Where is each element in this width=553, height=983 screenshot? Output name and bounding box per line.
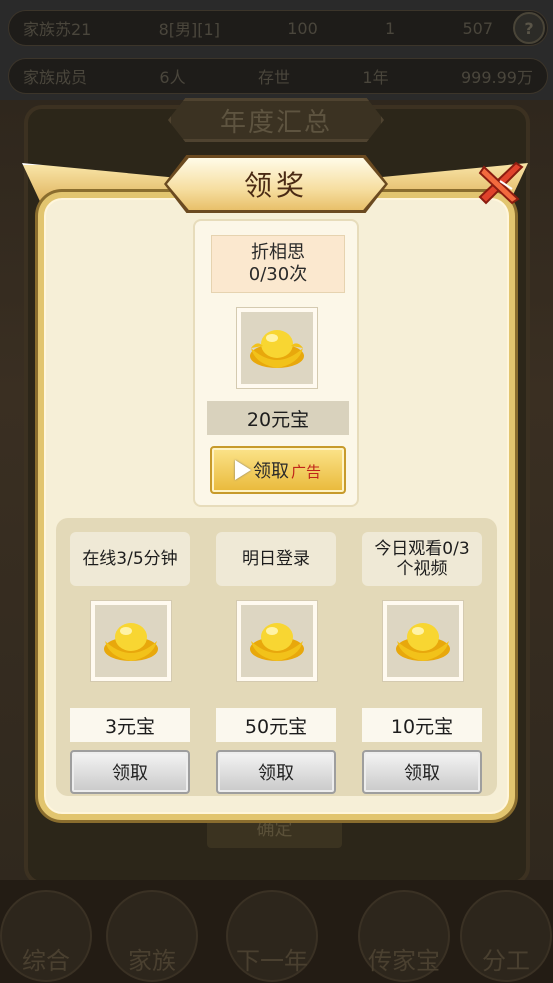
reward-task: 明日登录 bbox=[216, 532, 336, 586]
members-label: 家族成员 bbox=[23, 68, 88, 87]
annual-summary-title: 年度汇总 bbox=[168, 98, 384, 142]
gold-ingot-icon bbox=[236, 600, 318, 682]
claim-button[interactable]: 领取 bbox=[362, 750, 482, 794]
claim-button[interactable]: 领取 bbox=[70, 750, 190, 794]
members-value: 6人 bbox=[159, 68, 186, 87]
money-value: 999.99万 bbox=[460, 68, 533, 87]
stat-c: 507 bbox=[462, 18, 493, 38]
main-reward-task: 折相思 0/30次 bbox=[211, 235, 345, 293]
reward-amount: 50元宝 bbox=[216, 708, 336, 742]
reward-amount: 10元宝 bbox=[362, 708, 482, 742]
reward-amount: 3元宝 bbox=[70, 708, 190, 742]
nav-family[interactable]: 家族 bbox=[106, 890, 198, 982]
top-status-bar: 家族苏21 8[男][1] 100 1 507 ? 家族成员 6人 存世 1年 … bbox=[0, 0, 553, 100]
generation-value: 1年 bbox=[362, 68, 389, 87]
nav-next-year[interactable]: 下一年 bbox=[226, 890, 318, 982]
family-info-row: 家族苏21 8[男][1] 100 1 507 bbox=[8, 10, 548, 46]
main-reward-amount: 20元宝 bbox=[207, 401, 349, 435]
generation-label: 存世 bbox=[257, 68, 290, 87]
claim-label: 领取 bbox=[252, 461, 289, 482]
close-icon[interactable] bbox=[470, 150, 530, 212]
nav-division[interactable]: 分工 bbox=[460, 890, 552, 982]
task-progress: 0/30次 bbox=[248, 264, 308, 285]
reward-task: 今日观看0/3个视频 bbox=[362, 532, 482, 586]
family-name: 家族苏21 bbox=[23, 20, 92, 39]
reward-list: 在线3/5分钟 3元宝 领取 明日登录 50元宝 领取 今日观看0/3个视频 1… bbox=[56, 518, 497, 796]
main-reward-card: 折相思 0/30次 20元宝 领取 广告 bbox=[193, 219, 359, 507]
task-name: 折相思 bbox=[251, 241, 305, 263]
gold-ingot-icon bbox=[236, 307, 318, 389]
nav-heirloom[interactable]: 传家宝 bbox=[358, 890, 450, 982]
reward-task: 在线3/5分钟 bbox=[70, 532, 190, 586]
dialog-title: 领奖 bbox=[167, 158, 385, 210]
play-icon bbox=[234, 460, 251, 480]
family-stats-row: 家族成员 6人 存世 1年 999.99万 bbox=[8, 58, 548, 94]
ad-tag: 广告 bbox=[290, 463, 321, 481]
stat-b: 1 bbox=[385, 18, 396, 38]
nav-general[interactable]: 综合 bbox=[0, 890, 92, 982]
family-slot: 8[男][1] bbox=[158, 20, 220, 39]
claim-button[interactable]: 领取 bbox=[216, 750, 336, 794]
gold-ingot-icon bbox=[90, 600, 172, 682]
help-icon[interactable]: ? bbox=[513, 12, 545, 44]
stat-a: 100 bbox=[287, 18, 318, 38]
gold-ingot-icon bbox=[382, 600, 464, 682]
claim-ad-button[interactable]: 领取 广告 bbox=[210, 446, 346, 494]
